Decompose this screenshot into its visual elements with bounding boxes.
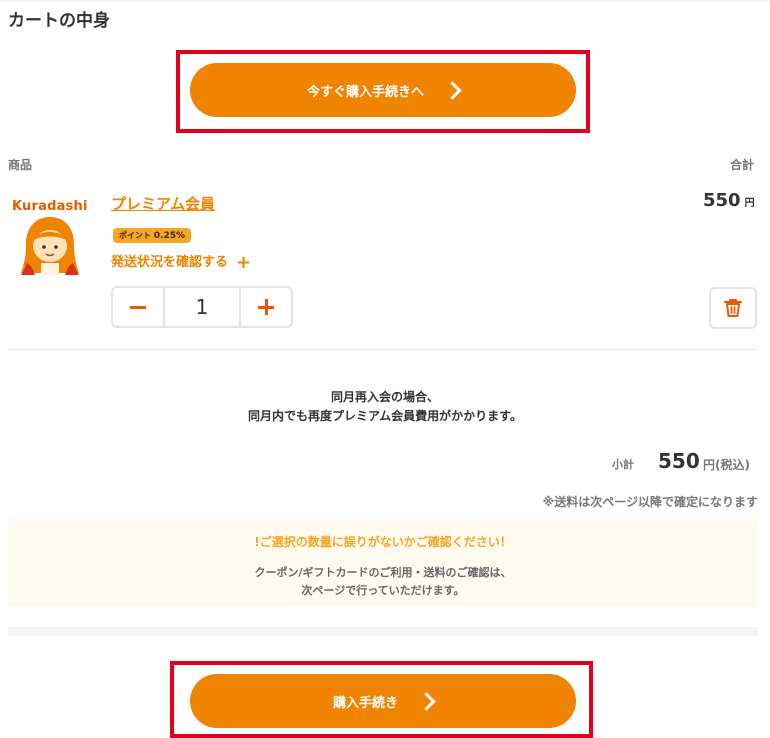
point-badge: ポイント 0.25% <box>113 228 192 243</box>
column-total: 合計 <box>730 158 755 172</box>
divider <box>8 349 758 350</box>
logo-text: Kuradashi <box>12 199 88 214</box>
proceed-checkout-label: 今すぐ購入手続きへ <box>306 84 424 100</box>
quantity-value[interactable]: 1 <box>163 288 241 326</box>
chevron-right-icon <box>417 691 436 711</box>
increase-quantity-button[interactable] <box>241 288 291 326</box>
trash-icon <box>724 299 742 317</box>
mascot-icon <box>21 217 79 275</box>
chevron-right-icon <box>443 80 462 100</box>
product-price: 550 円 <box>703 190 755 211</box>
subtotal-unit: 円(税込) <box>703 458 750 472</box>
column-product: 商品 <box>8 158 33 172</box>
checkout-button[interactable]: 購入手続き <box>190 674 576 728</box>
warning-line-2: 次ページで行っていただけます。 <box>301 584 465 597</box>
proceed-checkout-button[interactable]: 今すぐ購入手続きへ <box>190 63 576 117</box>
plus-icon: + <box>236 252 252 273</box>
product-name-link[interactable]: プレミアム会員 <box>111 193 215 214</box>
remove-item-button[interactable] <box>709 287 757 329</box>
quantity-stepper: 1 <box>111 286 293 328</box>
warning-line-1: クーポン/ギフトカードのご利用・送料のご確認は、 <box>254 566 512 579</box>
notice-line-1: 同月再入会の場合、 <box>330 390 439 404</box>
point-value: 0.25% <box>153 231 186 241</box>
warning-box: !ご選択の数量に誤りがないかご確認ください！ クーポン/ギフトカードのご利用・送… <box>8 519 758 607</box>
subtotal-label: 小計 <box>612 458 634 471</box>
minus-icon <box>130 305 146 309</box>
point-label: ポイント <box>119 231 151 240</box>
subtotal-value: 550 <box>658 449 700 473</box>
product-logo: Kuradashi <box>12 195 92 214</box>
notice-line-2: 同月内でも再度プレミアム会員費用がかかります。 <box>248 409 522 423</box>
checkout-label: 購入手続き <box>332 695 398 711</box>
product-price-value: 550 <box>703 190 741 211</box>
shipping-note: ※送料は次ページ以降で確定になります <box>542 495 758 509</box>
top-border <box>0 0 770 2</box>
page-title: カートの中身 <box>8 11 110 31</box>
section-separator <box>8 627 758 636</box>
warning-title: !ご選択の数量に誤りがないかご確認ください！ <box>254 535 512 549</box>
decrease-quantity-button[interactable] <box>113 288 163 326</box>
shipping-status-label: 発送状況を確認する <box>111 255 229 270</box>
shipping-status-link[interactable]: 発送状況を確認する + <box>111 251 251 273</box>
plus-icon <box>258 299 274 315</box>
product-price-unit: 円 <box>744 198 755 209</box>
